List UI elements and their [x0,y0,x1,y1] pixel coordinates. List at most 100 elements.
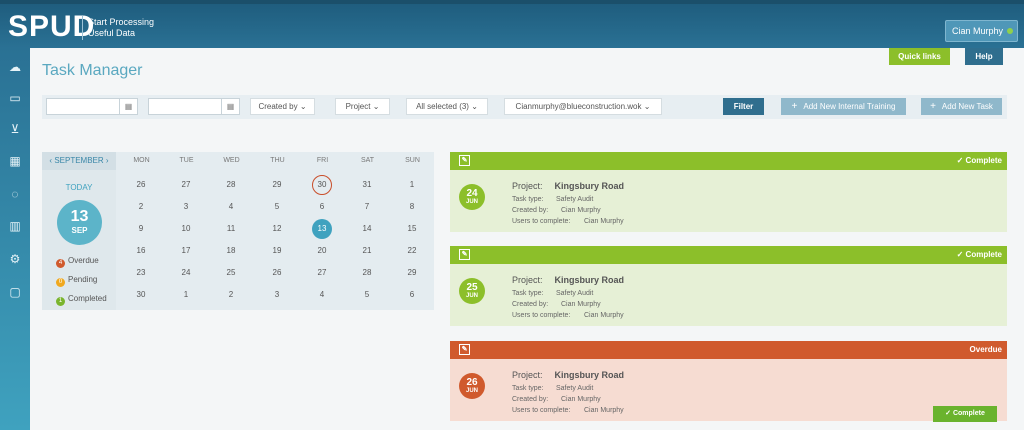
email-label: Cianmurphy@blueconstruction.wok [515,102,642,111]
calendar-day[interactable]: 28 [357,263,377,283]
filter-bar: ▦ ▦ Created by ⌄ Project ⌄ All selected … [42,95,1007,119]
calendar-day[interactable]: 27 [312,263,332,283]
calendar-day[interactable]: 29 [402,263,422,283]
calendar-day[interactable]: 28 [221,175,241,195]
chevron-left-icon[interactable]: ‹ [49,156,52,165]
today-day: 13 [70,208,89,225]
plus-icon: + [930,101,936,112]
calendar-day[interactable]: 4 [221,197,241,217]
task-card-header: ✎ ✓ Complete [450,246,1007,264]
task-card: ✎ ✓ Complete 24 JUN Project: Kingsbury Road Ta… [450,152,1007,232]
edit-icon[interactable]: ✎ [459,249,470,260]
chevron-right-icon[interactable]: › [106,156,109,165]
add-task-button[interactable]: + Add New Task [921,98,1002,115]
cart-icon[interactable]: ⊻ [7,122,23,136]
calendar-day[interactable]: 1 [402,175,422,195]
calendar-day[interactable]: 17 [176,241,196,261]
calendar-day[interactable]: 15 [402,219,422,239]
project-dropdown[interactable]: Project ⌄ [335,98,390,115]
users-label: Users to complete: [512,407,571,414]
calendar-day[interactable]: 3 [267,285,287,305]
user-menu-button[interactable]: Cian Murphy [944,20,1018,42]
calendar-day[interactable]: 10 [176,219,196,239]
complete-button[interactable]: ✓ Complete [933,406,997,422]
overdue-count: 4 [56,259,65,268]
email-dropdown[interactable]: Cianmurphy@blueconstruction.wok ⌄ [504,98,662,115]
quick-links-button[interactable]: Quick links [889,48,950,65]
project-label: Project: [512,370,543,380]
status-label: Complete [965,250,1002,259]
weekday-header: SAT [360,157,375,164]
calendar-day[interactable]: 19 [267,241,287,261]
cloud-icon[interactable]: ☁ [7,60,23,74]
card-icon[interactable]: ▢ [7,285,23,299]
edit-icon[interactable]: ✎ [459,155,470,166]
calendar-day[interactable]: 27 [176,175,196,195]
filter-button[interactable]: Filter [723,98,764,115]
date-to-input[interactable]: ▦ [148,98,240,115]
calendar-day[interactable]: 23 [131,263,151,283]
calendar-day[interactable]: 20 [312,241,332,261]
created-by-label: Created by: [512,207,549,214]
calendar-day[interactable]: 6 [312,197,332,217]
task-date-badge: 24 JUN [459,184,485,210]
task-status: Overdue [970,341,1002,359]
calendar-day[interactable]: 12 [267,219,287,239]
calculator-icon[interactable]: ▦ [7,154,23,168]
calendar-icon[interactable]: ▦ [221,99,239,114]
logo-divider [82,16,83,40]
chat-icon[interactable]: ◌ [7,187,23,201]
selection-dropdown[interactable]: All selected (3) ⌄ [406,98,488,115]
today-label[interactable]: TODAY [42,183,116,192]
month-label: SEPTEMBER [54,156,104,165]
calendar-day[interactable]: 4 [312,285,332,305]
calendar-day[interactable]: 5 [357,285,377,305]
task-card-body: 25 JUN Project: Kingsbury Road Task type: Saf… [450,264,1007,326]
calendar-day[interactable]: 21 [357,241,377,261]
calendar-day[interactable]: 31 [357,175,377,195]
calendar-day[interactable]: 26 [131,175,151,195]
calendar-day[interactable]: 3 [176,197,196,217]
task-date-badge: 26 JUN [459,373,485,399]
chevron-down-icon: ⌄ [299,102,307,111]
created-by-dropdown[interactable]: Created by ⌄ [250,98,315,115]
task-card-body: 24 JUN Project: Kingsbury Road Task type: Saf… [450,170,1007,232]
status-label: Overdue [969,345,1002,354]
calendar-day[interactable]: 26 [267,263,287,283]
check-icon: ✓ [956,156,966,165]
calendar-summary: ‹ SEPTEMBER › TODAY 13 SEP 4 Overdue 0 Pen… [42,152,116,310]
calendar-day[interactable]: 6 [402,285,422,305]
calendar-day[interactable]: 30 [312,175,332,195]
date-from-input[interactable]: ▦ [46,98,138,115]
calendar-day[interactable]: 25 [221,263,241,283]
task-card-header: ✎ Overdue [450,341,1007,359]
calendar-day[interactable]: 13 [312,219,332,239]
calendar-day[interactable]: 1 [176,285,196,305]
calendar-day[interactable]: 22 [402,241,422,261]
calendar-day[interactable]: 16 [131,241,151,261]
folder-icon[interactable]: ▭ [7,91,23,105]
created-by-value: Cian Murphy [561,301,601,308]
calendar-day[interactable]: 9 [131,219,151,239]
calendar-day[interactable]: 7 [357,197,377,217]
calendar-day[interactable]: 24 [176,263,196,283]
calendar-day[interactable]: 8 [402,197,422,217]
add-internal-training-button[interactable]: + Add New Internal Training [781,98,906,115]
chart-icon[interactable]: ▥ [7,219,23,233]
gear-icon[interactable]: ⚙ [7,252,23,266]
task-card-body: 26 JUN Project: Kingsbury Road Task type: Saf… [450,359,1007,422]
calendar-day[interactable]: 29 [267,175,287,195]
month-nav: ‹ SEPTEMBER › [42,152,116,170]
task-date-badge: 25 JUN [459,278,485,304]
calendar-day[interactable]: 14 [357,219,377,239]
help-button[interactable]: Help [965,48,1003,65]
calendar-day[interactable]: 30 [131,285,151,305]
users-value: Cian Murphy [584,312,624,319]
calendar-day[interactable]: 11 [221,219,241,239]
calendar-day[interactable]: 2 [221,285,241,305]
edit-icon[interactable]: ✎ [459,344,470,355]
calendar-day[interactable]: 18 [221,241,241,261]
calendar-icon[interactable]: ▦ [119,99,137,114]
calendar-day[interactable]: 5 [267,197,287,217]
calendar-day[interactable]: 2 [131,197,151,217]
